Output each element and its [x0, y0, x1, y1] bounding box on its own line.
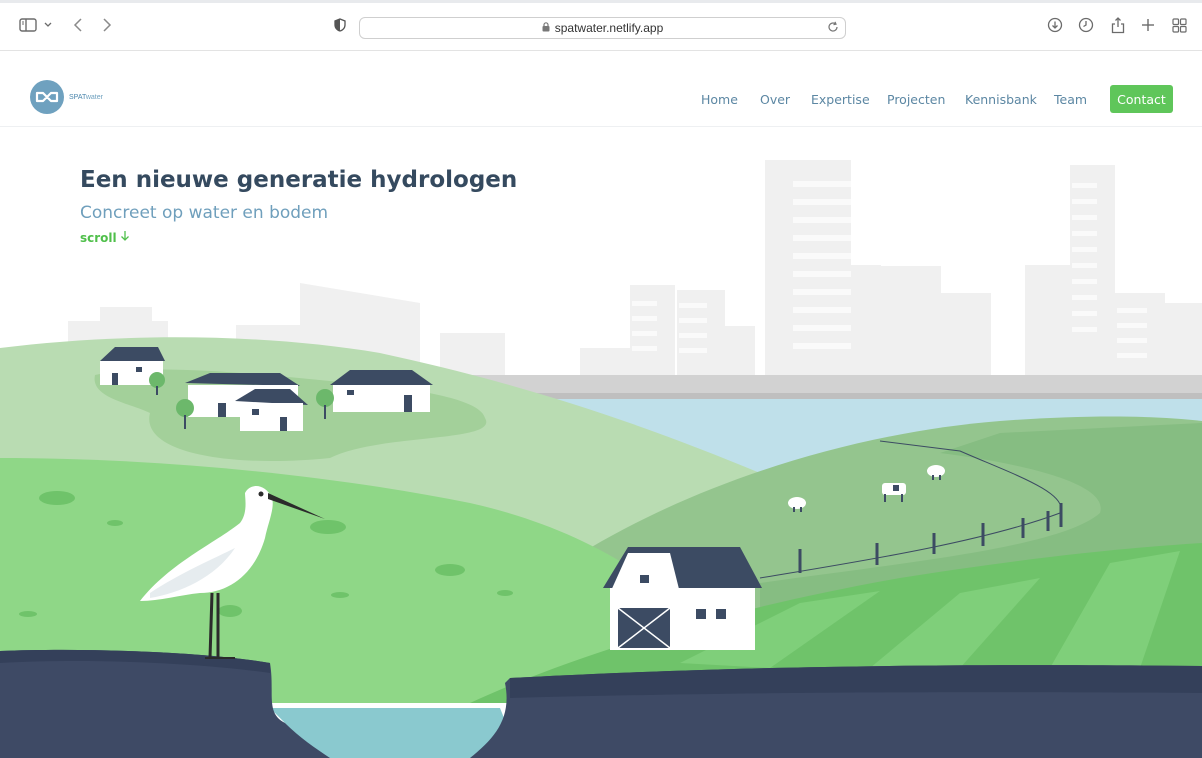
tab-overview-grid-icon[interactable]: [1169, 15, 1189, 35]
logo-text-bold: SPAT: [69, 93, 86, 101]
logo-text-rest: water: [85, 93, 103, 101]
new-tab-plus-icon[interactable]: [1138, 15, 1158, 35]
barn: [603, 547, 762, 650]
site-header: SPATwater Home Over Expertise Projecten …: [0, 51, 1202, 127]
hero-subtitle: Concreet op water en bodem: [80, 203, 329, 223]
nav-over[interactable]: Over: [760, 92, 790, 107]
nav-kennisbank[interactable]: Kennisbank: [965, 92, 1037, 107]
reload-icon[interactable]: [827, 21, 839, 36]
browser-toolbar: spatwater.netlify.app: [0, 3, 1202, 51]
forward-arrow-icon[interactable]: [97, 15, 117, 35]
logo-wordmark: SPATwater: [69, 94, 103, 101]
address-bar[interactable]: spatwater.netlify.app: [359, 17, 846, 39]
arrow-down-icon: [120, 230, 130, 245]
back-arrow-icon[interactable]: [68, 15, 88, 35]
url-text: spatwater.netlify.app: [554, 21, 664, 35]
nav-projecten[interactable]: Projecten: [887, 92, 945, 107]
history-clock-icon[interactable]: [1076, 15, 1096, 35]
infinity-logo-icon: [30, 80, 64, 114]
scroll-link[interactable]: scroll: [80, 230, 130, 245]
hero-title: Een nieuwe generatie hydrologen: [80, 167, 518, 193]
privacy-shield-icon[interactable]: [330, 15, 350, 35]
bridge-road: [410, 375, 1202, 393]
share-icon[interactable]: [1108, 15, 1128, 35]
nav-team[interactable]: Team: [1054, 92, 1087, 107]
nav-expertise[interactable]: Expertise: [811, 92, 870, 107]
chevron-down-icon[interactable]: [41, 15, 55, 35]
nav-home[interactable]: Home: [701, 92, 738, 107]
lock-icon: [542, 21, 550, 35]
download-icon[interactable]: [1045, 15, 1065, 35]
scroll-label: scroll: [80, 230, 117, 245]
contact-button[interactable]: Contact: [1110, 85, 1173, 113]
browser-window: spatwater.netlify.app SPATwater Home Ove…: [0, 3, 1202, 758]
sidebar-icon[interactable]: [18, 15, 38, 35]
site-logo[interactable]: SPATwater: [30, 80, 103, 114]
